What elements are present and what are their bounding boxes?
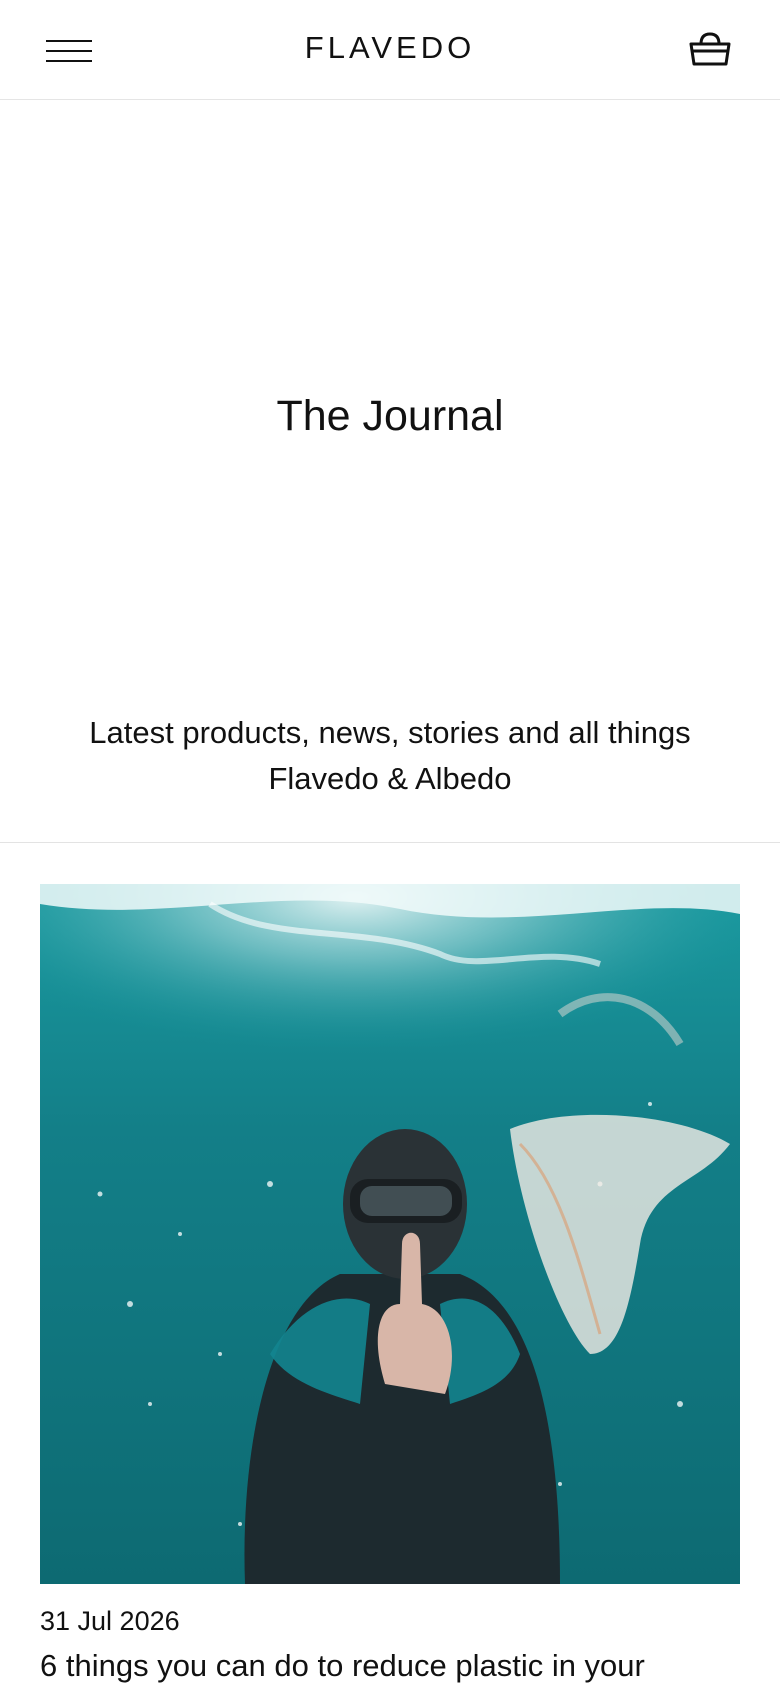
article-card[interactable]: 31 Jul 2026 6 things you can do to reduc…: [40, 884, 740, 1683]
intro-line-2: Flavedo & Albedo: [268, 761, 512, 796]
cart-button[interactable]: [688, 30, 732, 68]
page-title: The Journal: [276, 392, 504, 440]
article-title[interactable]: 6 things you can do to reduce plastic in…: [40, 1648, 780, 1684]
site-header: FLAVEDO: [0, 0, 780, 100]
article-date: 31 Jul 2026: [40, 1606, 180, 1636]
brand-logo[interactable]: FLAVEDO: [0, 30, 780, 66]
intro-line-1: Latest products, news, stories and all t…: [89, 715, 691, 750]
section-divider: [0, 842, 780, 843]
shopping-basket-icon: [689, 32, 731, 66]
journal-intro: Latest products, news, stories and all t…: [40, 710, 740, 802]
article-image[interactable]: [40, 884, 740, 1584]
